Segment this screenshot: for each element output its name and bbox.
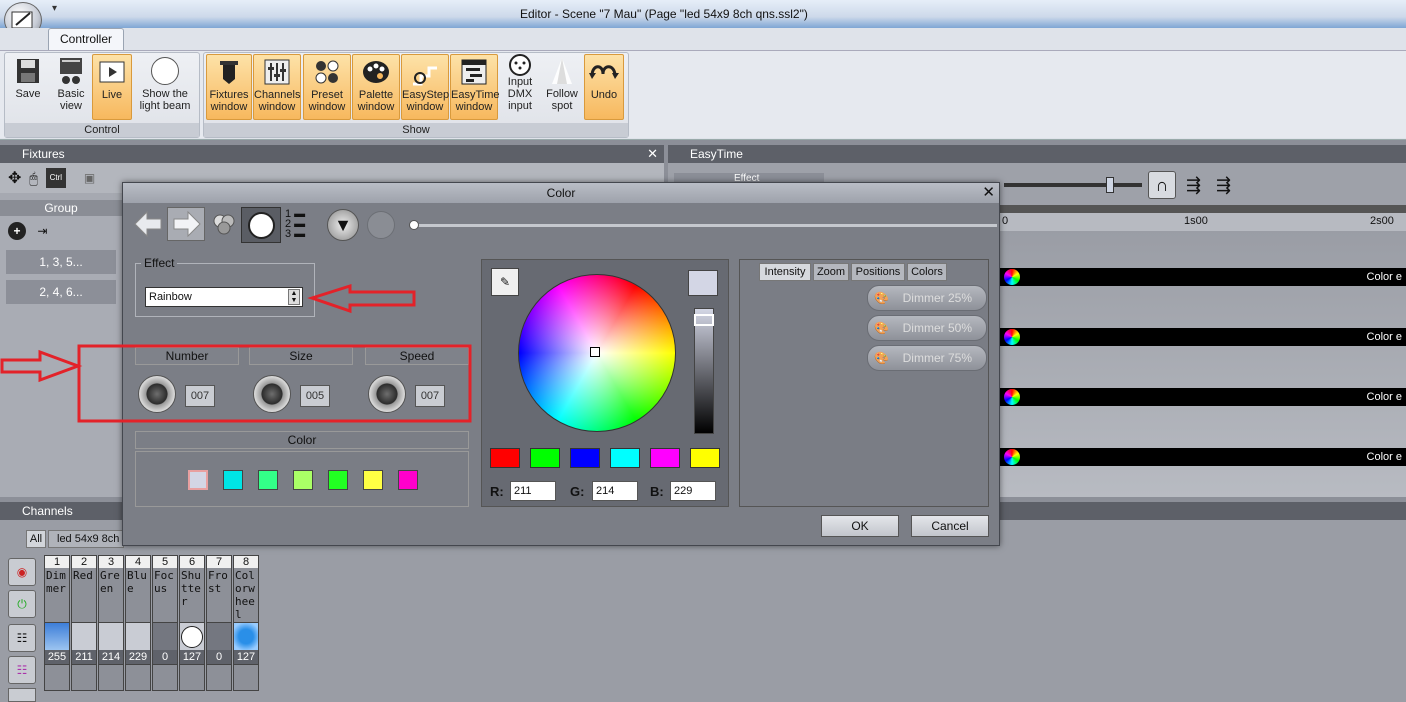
annotation-arrow-left <box>307 283 416 314</box>
annotation-overlay <box>0 283 472 423</box>
annotation-box <box>77 344 472 423</box>
annotation-arrow-right <box>0 349 83 383</box>
